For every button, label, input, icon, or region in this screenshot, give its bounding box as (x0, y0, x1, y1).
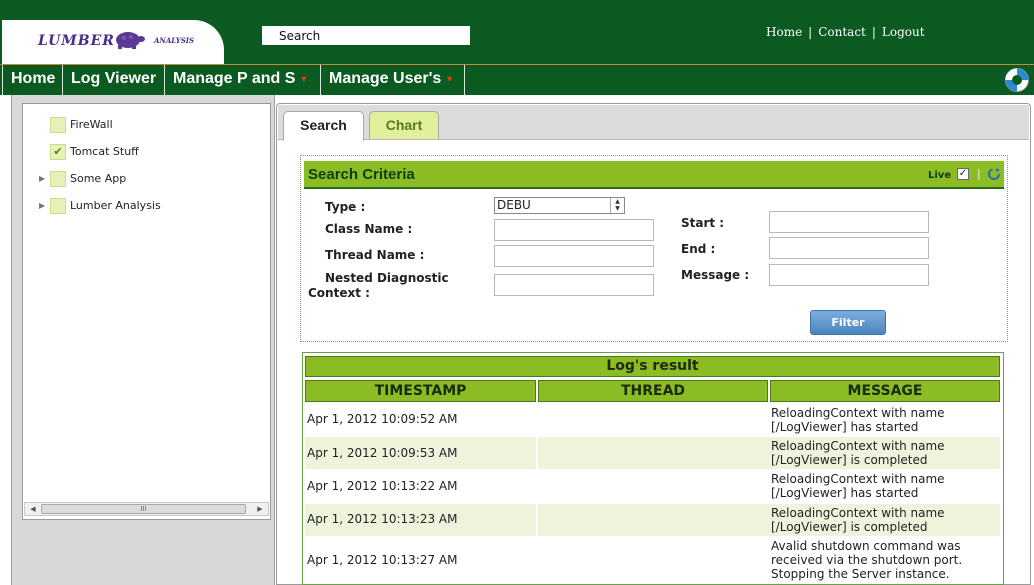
start-label: Start : (681, 216, 725, 230)
logo[interactable]: LUMBER ANALYSIS (2, 20, 224, 64)
spinner-arrows-icon[interactable]: ▲ ▼ (610, 198, 624, 213)
cell-timestamp: Apr 1, 2012 10:09:53 AM (307, 446, 458, 460)
live-checkbox[interactable]: ✓ (957, 168, 969, 180)
home-link[interactable]: Home (766, 25, 802, 39)
link-separator: | (808, 25, 813, 39)
thread-name-input[interactable] (494, 245, 654, 267)
ndc-label-line2: Context : (308, 286, 370, 300)
app-header: LUMBER ANALYSIS Home | Contact | Logout (0, 0, 1034, 64)
search-criteria-title: Search Criteria (308, 166, 415, 183)
search-input[interactable] (262, 26, 470, 45)
cell-timestamp: Apr 1, 2012 10:13:23 AM (307, 512, 458, 526)
contact-link[interactable]: Contact (818, 25, 866, 39)
nav-log-viewer[interactable]: Log Viewer (63, 65, 165, 95)
tab-chart[interactable]: Chart (369, 111, 439, 139)
tree-item-label: Tomcat Stuff (70, 145, 139, 158)
tree-checkbox[interactable] (50, 117, 66, 133)
cell-timestamp: Apr 1, 2012 10:09:52 AM (307, 412, 458, 426)
cell-divider (536, 437, 538, 469)
main-nav: Home Log Viewer Manage P and S ▼ Manage U… (0, 64, 1034, 95)
tree-item-label: Some App (70, 172, 127, 185)
message-input[interactable] (769, 264, 929, 286)
nav-log-viewer-label: Log Viewer (71, 70, 157, 87)
ndc-label-line1: Nested Diagnostic (325, 271, 449, 285)
cell-message: ReloadingContext with name [/LogViewer] … (771, 406, 945, 434)
nav-manage-users-label: Manage User's (329, 70, 442, 88)
class-name-label: Class Name : (325, 222, 413, 236)
column-header-timestamp[interactable]: TIMESTAMP (305, 380, 536, 402)
class-name-input[interactable] (494, 219, 654, 241)
logout-link[interactable]: Logout (882, 25, 925, 39)
start-input[interactable] (769, 211, 929, 233)
ndc-input[interactable] (494, 274, 654, 296)
table-row[interactable]: Apr 1, 2012 10:13:22 AM ReloadingContext… (305, 470, 1000, 503)
message-label: Message : (681, 268, 750, 282)
top-links: Home | Contact | Logout (766, 25, 925, 39)
live-label: Live (928, 170, 952, 181)
logo-text: LUMBER (38, 33, 115, 49)
cell-message: ReloadingContext with name [/LogViewer] … (771, 506, 945, 534)
tab-search[interactable]: Search (283, 111, 364, 141)
nav-manage-p-and-s-label: Manage P and S (173, 70, 296, 88)
chevron-down-icon: ▼ (445, 74, 455, 84)
cell-message: ReloadingContext with name [/LogViewer] … (771, 439, 945, 467)
type-select-value: DEBU (497, 198, 531, 212)
scroll-right-icon[interactable]: ▶ (254, 503, 266, 515)
lifebuoy-help-icon[interactable] (1004, 67, 1030, 93)
column-header-thread[interactable]: THREAD (538, 380, 768, 402)
logo-subtitle: ANALYSIS (154, 36, 195, 45)
expand-arrow-icon[interactable]: ▶ (39, 196, 45, 216)
nav-manage-p-and-s[interactable]: Manage P and S ▼ (165, 65, 321, 95)
end-input[interactable] (769, 237, 929, 259)
tree-view: FireWall ✔ Tomcat Stuff ▶ Some App ▶ Lum… (22, 103, 271, 520)
cell-timestamp: Apr 1, 2012 10:13:22 AM (307, 479, 458, 493)
log-results-title: Log's result (305, 356, 1000, 377)
link-separator: | (871, 25, 876, 39)
refresh-icon[interactable] (987, 167, 1001, 181)
tree-checkbox[interactable] (50, 198, 66, 214)
table-row[interactable]: Apr 1, 2012 10:09:52 AM ReloadingContext… (305, 404, 1000, 436)
search-criteria-header: Search Criteria Live ✓ | (304, 161, 1004, 189)
scrollbar-thumb[interactable]: III (41, 504, 246, 514)
chevron-down-icon: ▼ (299, 74, 309, 84)
tree-checkbox[interactable] (50, 171, 66, 187)
thread-name-label: Thread Name : (325, 248, 425, 262)
end-label: End : (681, 242, 716, 256)
scroll-left-icon[interactable]: ◀ (27, 503, 39, 515)
cell-message: Avalid shutdown command was received via… (771, 539, 963, 581)
column-header-message[interactable]: MESSAGE (770, 380, 1000, 402)
horizontal-scrollbar[interactable]: ◀ III ▶ (24, 502, 269, 516)
cell-timestamp: Apr 1, 2012 10:13:27 AM (307, 553, 458, 567)
nav-home[interactable]: Home (2, 65, 63, 95)
nav-manage-users[interactable]: Manage User's ▼ (321, 65, 465, 95)
type-label: Type : (325, 200, 366, 214)
table-row[interactable]: Apr 1, 2012 10:09:53 AM ReloadingContext… (305, 437, 1000, 469)
tree-item-label: FireWall (70, 118, 113, 131)
nav-home-label: Home (11, 70, 56, 87)
table-row[interactable]: Apr 1, 2012 10:13:27 AM Avalid shutdown … (305, 537, 1000, 583)
table-row[interactable]: Apr 1, 2012 10:13:23 AM ReloadingContext… (305, 504, 1000, 536)
separator: | (977, 167, 981, 180)
expand-arrow-icon[interactable]: ▶ (39, 169, 45, 189)
cell-message: ReloadingContext with name [/LogViewer] … (771, 472, 945, 500)
type-select[interactable]: DEBU ▲ ▼ (494, 197, 625, 214)
tree-item-label: Lumber Analysis (70, 199, 161, 212)
filter-button[interactable]: Filter (810, 310, 886, 335)
turtle-logo-icon (116, 32, 145, 49)
tree-checkbox-checked[interactable]: ✔ (50, 144, 66, 160)
cell-divider (536, 504, 538, 536)
